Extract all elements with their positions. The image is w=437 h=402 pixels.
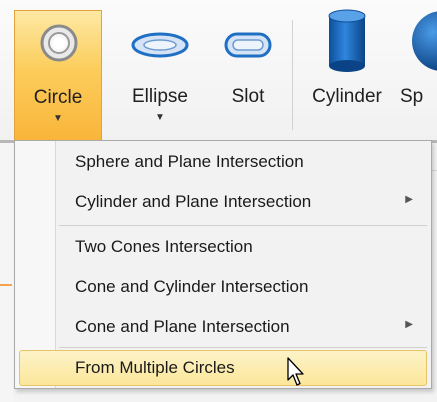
circle-button[interactable]: Circle ▼ bbox=[14, 10, 102, 140]
menu-item-cone-plane-intersection[interactable]: Cone and Plane Intersection ▶ bbox=[19, 309, 427, 345]
slot-button[interactable]: Slot bbox=[212, 0, 284, 140]
chevron-right-icon: ▶ bbox=[405, 319, 413, 330]
menu-separator bbox=[59, 347, 427, 348]
chevron-down-icon: ▼ bbox=[155, 112, 165, 123]
cylinder-button[interactable]: Cylinder bbox=[300, 0, 394, 140]
sphere-button[interactable]: Sp bbox=[398, 0, 437, 140]
menu-item-label: Two Cones Intersection bbox=[75, 237, 253, 256]
menu-item-from-multiple-circles[interactable]: From Multiple Circles bbox=[19, 350, 427, 386]
slot-button-label: Slot bbox=[231, 86, 265, 107]
mouse-pointer-icon bbox=[287, 357, 304, 386]
menu-item-label: Cone and Plane Intersection bbox=[75, 317, 290, 336]
ribbon-divider bbox=[292, 20, 293, 130]
circle-icon bbox=[40, 24, 78, 62]
cylinder-button-label: Cylinder bbox=[312, 86, 382, 107]
circle-dropdown-menu: Sphere and Plane Intersection Cylinder a… bbox=[14, 140, 432, 389]
chevron-down-icon: ▼ bbox=[53, 113, 63, 124]
cylinder-icon bbox=[328, 9, 366, 72]
slot-icon bbox=[224, 32, 272, 58]
sphere-button-label: Sp bbox=[400, 86, 424, 107]
circle-button-label: Circle bbox=[33, 87, 83, 108]
menu-item-label: Cylinder and Plane Intersection bbox=[75, 192, 312, 211]
ellipse-button-label: Ellipse bbox=[132, 86, 188, 107]
canvas-curve bbox=[0, 284, 12, 286]
sphere-icon bbox=[412, 11, 437, 71]
menu-item-two-cones-intersection[interactable]: Two Cones Intersection bbox=[19, 229, 427, 265]
menu-item-sphere-plane-intersection[interactable]: Sphere and Plane Intersection bbox=[19, 144, 427, 180]
menu-separator bbox=[59, 225, 427, 226]
menu-item-cone-cylinder-intersection[interactable]: Cone and Cylinder Intersection bbox=[19, 269, 427, 305]
menu-item-label: Cone and Cylinder Intersection bbox=[75, 277, 309, 296]
menu-item-label: Sphere and Plane Intersection bbox=[75, 152, 304, 171]
menu-item-label: From Multiple Circles bbox=[75, 358, 235, 377]
chevron-right-icon: ▶ bbox=[405, 194, 413, 205]
menu-item-cylinder-plane-intersection[interactable]: Cylinder and Plane Intersection ▶ bbox=[19, 184, 427, 220]
ellipse-button[interactable]: Ellipse ▼ bbox=[116, 0, 204, 140]
ellipse-icon bbox=[131, 32, 189, 58]
canvas-edge bbox=[0, 143, 14, 402]
